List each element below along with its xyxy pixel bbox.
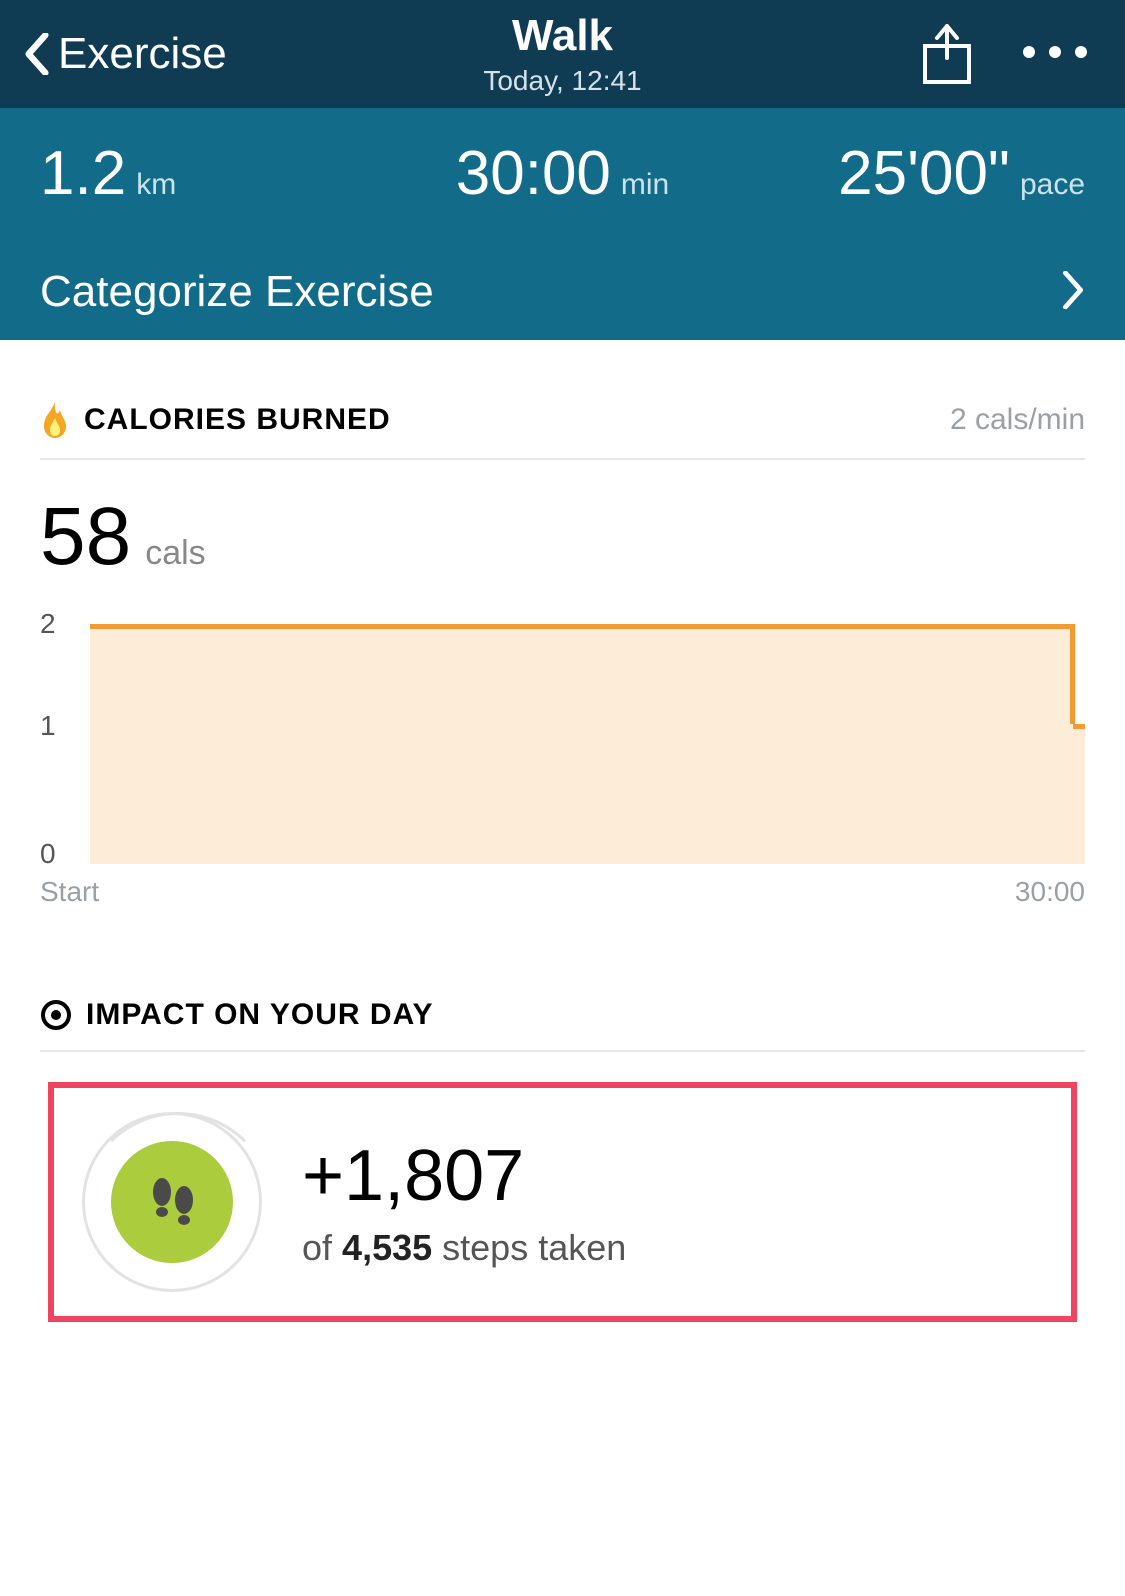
area-dropfill [1073, 724, 1085, 864]
share-button[interactable] [919, 22, 975, 86]
xlabel-start: Start [40, 876, 99, 908]
xlabel-end: 30:00 [1015, 876, 1085, 908]
stat-duration: 30:00 min [402, 138, 724, 209]
impact-header: IMPACT ON YOUR DAY [40, 998, 1085, 1052]
flame-icon [40, 400, 70, 440]
distance-value: 1.2 [40, 138, 126, 209]
duration-unit: min [621, 168, 669, 202]
distance-unit: km [136, 168, 176, 202]
steps-suffix: steps taken [442, 1227, 626, 1268]
steps-added: +1,807 [302, 1135, 626, 1217]
pace-value: 25'00" [838, 138, 1010, 209]
calories-total: 58 cals [40, 460, 1085, 614]
more-button[interactable] [1023, 46, 1087, 58]
impact-title: IMPACT ON YOUR DAY [86, 998, 434, 1032]
dot-icon [1049, 46, 1061, 58]
stats-band: 1.2 km 30:00 min 25'00" pace Categorize … [0, 108, 1125, 340]
calories-rate: 2 cals/min [950, 403, 1085, 437]
stat-pace: 25'00" pace [763, 138, 1085, 209]
impact-section: IMPACT ON YOUR DAY +1,807 of 4,535 steps… [0, 908, 1125, 1322]
ytick-0: 0 [40, 838, 56, 870]
dot-icon [1075, 46, 1087, 58]
area-fill [90, 624, 1073, 864]
back-button[interactable]: Exercise [0, 29, 227, 79]
impact-text: +1,807 of 4,535 steps taken [302, 1135, 626, 1269]
stat-distance: 1.2 km [40, 138, 362, 209]
steps-progress-ring [82, 1112, 262, 1292]
dot-icon [1023, 46, 1035, 58]
steps-total-line: of 4,535 steps taken [302, 1227, 626, 1269]
impact-steps-card[interactable]: +1,807 of 4,535 steps taken [48, 1082, 1077, 1322]
app-header: Exercise Walk Today, 12:41 [0, 0, 1125, 108]
share-icon [919, 22, 975, 86]
calories-section: CALORIES BURNED 2 cals/min 58 cals 2 1 0… [0, 340, 1125, 908]
footsteps-icon [140, 1170, 204, 1234]
chart-xlabels: Start 30:00 [40, 876, 1085, 908]
calories-unit: cals [145, 534, 205, 573]
chevron-right-icon [1061, 271, 1085, 314]
categorize-exercise-row[interactable]: Categorize Exercise [40, 267, 1085, 317]
calories-title: CALORIES BURNED [84, 403, 391, 437]
of-word: of [302, 1227, 332, 1268]
calories-chart: 2 1 0 [40, 614, 1085, 864]
stats-row: 1.2 km 30:00 min 25'00" pace [40, 138, 1085, 209]
total-steps: 4,535 [342, 1227, 432, 1268]
chevron-left-icon [24, 33, 50, 75]
ytick-1: 1 [40, 710, 56, 742]
target-icon [40, 999, 72, 1031]
calories-value: 58 [40, 490, 131, 584]
plot-area [90, 614, 1085, 864]
categorize-label: Categorize Exercise [40, 267, 434, 317]
area-dropline [1070, 624, 1075, 724]
ytick-2: 2 [40, 608, 56, 640]
calories-header: CALORIES BURNED 2 cals/min [40, 400, 1085, 460]
steps-icon-bg [111, 1141, 233, 1263]
duration-value: 30:00 [456, 138, 611, 209]
pace-unit: pace [1020, 168, 1085, 202]
back-label: Exercise [58, 29, 227, 79]
